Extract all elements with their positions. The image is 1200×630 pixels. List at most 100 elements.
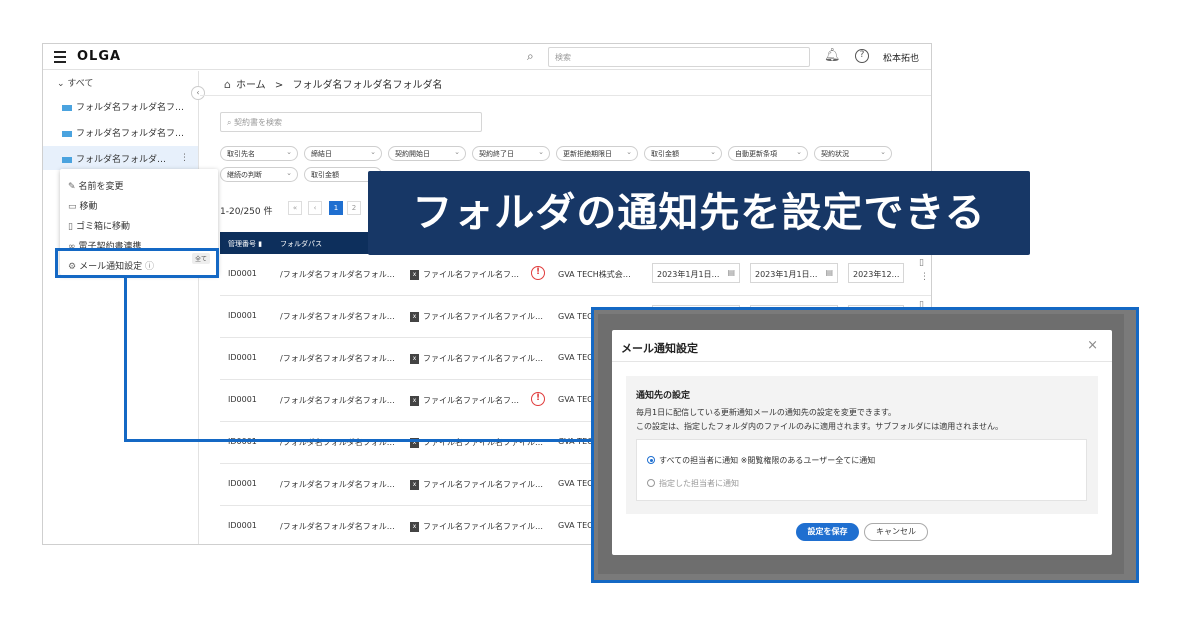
calendar-icon: ▤ — [825, 268, 833, 277]
result-count: 1-20/250 件 — [220, 207, 273, 217]
excel-file-icon: x — [410, 353, 419, 364]
row-id: ID0001 — [228, 521, 257, 530]
close-icon[interactable]: × — [1087, 338, 1098, 353]
breadcrumb-separator: > — [274, 80, 284, 91]
more-icon[interactable]: ⋮ — [920, 272, 929, 282]
move-menu-item[interactable]: ▭ 移動 — [68, 199, 98, 212]
user-name[interactable]: 松本拓也 — [883, 51, 919, 64]
row-company: GVA TECH株式会… — [558, 270, 631, 279]
divider — [612, 361, 1112, 362]
document-icon[interactable]: ▯ — [919, 258, 924, 268]
option-specified-assignees[interactable]: 指定した担当者に通知 — [647, 478, 739, 489]
row-path: /フォルダ名フォルダ名フォル… — [280, 354, 395, 363]
filter-chip[interactable]: 自動更新条項 ⌄ — [728, 146, 808, 161]
cancel-button[interactable]: キャンセル — [864, 523, 928, 541]
row-id: ID0001 — [228, 395, 257, 404]
page-button-2[interactable]: 2 — [347, 201, 361, 215]
trash-menu-item[interactable]: ▯ ゴミ箱に移動 — [68, 219, 130, 232]
row-id: ID0001 — [228, 269, 257, 278]
filter-chip[interactable]: 取引金額⌄ — [644, 146, 722, 161]
folder-icon — [62, 156, 72, 163]
breadcrumb-home[interactable]: ホーム — [236, 80, 266, 91]
trash-icon: ▯ — [68, 222, 73, 232]
rename-menu-item[interactable]: ✎ 名前を変更 — [68, 179, 124, 192]
row-path: /フォルダ名フォルダ名フォル… — [280, 396, 395, 405]
option-all-assignees[interactable]: すべての担当者に通知 ※閲覧権限のあるユーザー全てに通知 — [647, 455, 875, 466]
row-file[interactable]: x ファイル名ファイル名ファイル… — [410, 521, 543, 532]
radio-selected[interactable] — [647, 456, 655, 464]
sidebar-folder[interactable]: フォルダ名フォルダ名フ… — [62, 126, 184, 139]
column-header-id[interactable]: 管理番号 ▮ — [228, 239, 262, 249]
excel-file-icon: x — [410, 395, 419, 406]
row-file[interactable]: x ファイル名ファイル名ファイル… — [410, 479, 543, 490]
search-input[interactable]: 検索 — [548, 47, 810, 67]
filter-chip[interactable]: 更新拒絶期限日 ⌄ — [556, 146, 638, 161]
folder-icon — [62, 130, 72, 137]
warning-icon: ! — [531, 266, 545, 280]
save-button[interactable]: 設定を保存 — [796, 523, 859, 541]
excel-file-icon: x — [410, 521, 419, 532]
row-id: ID0001 — [228, 353, 257, 362]
folder-move-icon: ▭ — [68, 202, 77, 212]
row-file[interactable]: x ファイル名ファイル名ファイル… — [410, 353, 543, 364]
banner-text: フォルダの通知先を設定できる — [412, 190, 986, 236]
filter-chip[interactable]: 契約状況 ⌄ — [814, 146, 892, 161]
section-title: 通知先の設定 — [636, 391, 691, 401]
filter-chip[interactable]: 取引先名 ⌄ — [220, 146, 298, 161]
row-path: /フォルダ名フォルダ名フォル… — [280, 312, 395, 321]
divider — [200, 95, 931, 96]
contract-search-input[interactable]: ⌕ 契約書を検索 — [220, 112, 482, 132]
help-icon[interactable]: ? — [855, 49, 869, 63]
filter-chip[interactable]: 契約開始日 ⌄ — [388, 146, 466, 161]
page-button-1[interactable]: 1 — [329, 201, 343, 215]
row-id: ID0001 — [228, 479, 257, 488]
filter-chip[interactable]: 継続の判断 ⌄ — [220, 167, 298, 182]
connector-line — [124, 439, 594, 442]
modal-title: メール通知設定 — [621, 342, 698, 355]
top-bar: OLGA ⌕ 検索 🔔︎ ? 松本拓也 — [43, 44, 931, 70]
pencil-icon: ✎ — [68, 182, 76, 192]
excel-file-icon: x — [410, 311, 419, 322]
row-file[interactable]: x ファイル名ファイル名フ… — [410, 395, 519, 406]
date-field[interactable]: 2023年12… — [848, 263, 904, 283]
row-path: /フォルダ名フォルダ名フォル… — [280, 480, 395, 489]
sidebar-root[interactable]: ⌄ すべて — [57, 76, 93, 89]
excel-file-icon: x — [410, 479, 419, 490]
mail-notify-modal: メール通知設定 × 通知先の設定 毎月1日に配信している更新通知メールの通知先の… — [612, 330, 1112, 555]
excel-file-icon: x — [410, 269, 419, 280]
sidebar: ⌄ すべて フォルダ名フォルダ名フ… フォルダ名フォルダ名フ… フォルダ名フォル… — [43, 71, 199, 544]
sidebar-folder[interactable]: フォルダ名フォルダ名フ… — [62, 100, 184, 113]
row-path: /フォルダ名フォルダ名フォル… — [280, 270, 395, 279]
settings-panel: 通知先の設定 毎月1日に配信している更新通知メールの通知先の設定を変更できます。… — [626, 376, 1098, 514]
connector-line — [124, 278, 127, 442]
more-icon[interactable]: ⋮ — [180, 153, 189, 163]
prev-page-button[interactable]: ‹ — [308, 201, 322, 215]
folder-icon — [62, 104, 72, 111]
column-header-path[interactable]: フォルダパス — [280, 239, 322, 249]
breadcrumb: ⌂ ホーム > フォルダ名フォルダ名フォルダ名 — [224, 76, 442, 91]
first-page-button[interactable]: « — [288, 201, 302, 215]
home-icon[interactable]: ⌂ — [224, 78, 231, 91]
row-path: /フォルダ名フォルダ名フォル… — [280, 522, 395, 531]
menu-icon[interactable] — [54, 51, 66, 63]
option-group: すべての担当者に通知 ※閲覧権限のあるユーザー全てに通知 指定した担当者に通知 — [636, 439, 1087, 501]
app-logo: OLGA — [77, 49, 122, 64]
date-field[interactable]: 2023年1月1日…▤ — [750, 263, 838, 283]
row-id: ID0001 — [228, 311, 257, 320]
menu-highlight-box — [55, 248, 219, 278]
filter-chip[interactable]: 締結日 ⌄ — [304, 146, 382, 161]
row-file[interactable]: x ファイル名ファイル名ファイル… — [410, 311, 543, 322]
feature-banner: フォルダの通知先を設定できる — [368, 171, 1030, 255]
row-file[interactable]: x ファイル名ファイル名フ… — [410, 269, 519, 280]
radio-unselected[interactable] — [647, 479, 655, 487]
bell-icon[interactable]: 🔔︎ — [824, 48, 841, 63]
description: 毎月1日に配信している更新通知メールの通知先の設定を変更できます。 — [636, 408, 897, 417]
warning-icon: ! — [531, 392, 545, 406]
calendar-icon: ▤ — [727, 268, 735, 277]
sidebar-folder-active[interactable]: フォルダ名フォルダ… — [62, 152, 166, 165]
breadcrumb-folder: フォルダ名フォルダ名フォルダ名 — [292, 80, 443, 91]
search-icon[interactable]: ⌕ — [527, 49, 543, 65]
filter-chip[interactable]: 契約終了日 ⌄ — [472, 146, 550, 161]
date-field[interactable]: 2023年1月1日…▤ — [652, 263, 740, 283]
table-row[interactable]: ID0001/フォルダ名フォルダ名フォル… x ファイル名ファイル名フ…! GVA T… — [220, 254, 931, 296]
